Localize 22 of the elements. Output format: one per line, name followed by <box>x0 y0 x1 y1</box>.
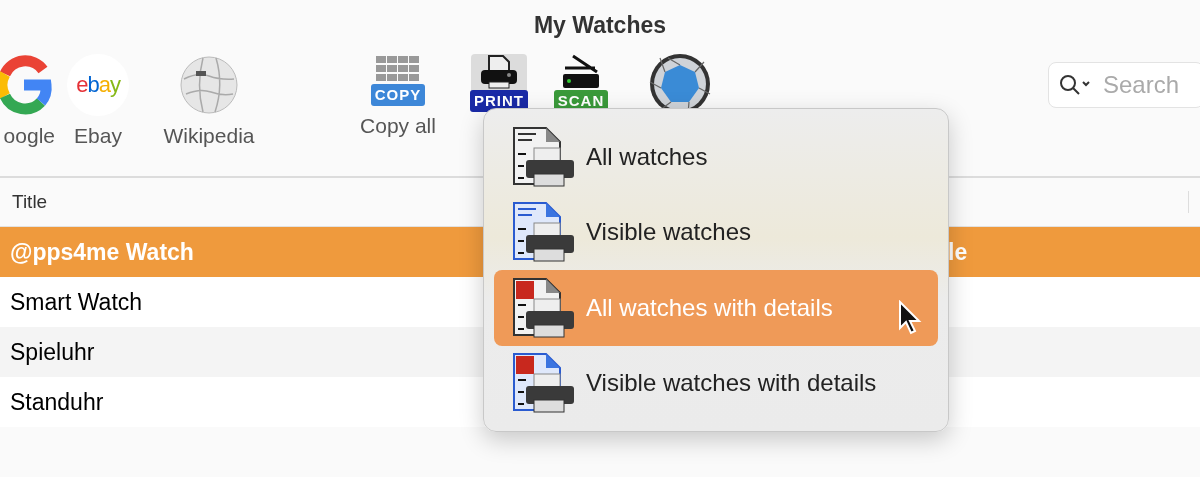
copy-button[interactable]: COPY <box>370 54 426 106</box>
table-cell: @pps4me Watch <box>10 238 194 266</box>
search-icon <box>1058 73 1092 97</box>
mouse-pointer-icon <box>898 300 922 336</box>
logo-button[interactable] <box>178 54 240 116</box>
toolbar-label: Copy all <box>360 114 436 138</box>
logo-button[interactable]: ebay <box>67 54 129 116</box>
globe-icon <box>178 54 240 116</box>
table-cell: le <box>948 238 968 266</box>
search-field[interactable]: Search <box>1048 62 1200 108</box>
table-cell: Standuhr <box>10 388 104 416</box>
window-title: My Watches <box>533 10 667 39</box>
g-logo-icon <box>0 54 55 116</box>
toolbar-label: oogle <box>3 124 55 148</box>
toolbar-label: Ebay <box>74 124 122 148</box>
table-cell: Smart Watch <box>10 288 143 316</box>
print-button[interactable]: PRINT <box>471 54 527 112</box>
logo-button[interactable] <box>0 54 55 116</box>
table-cell: Spieluhr <box>10 338 95 366</box>
menu-item[interactable]: Visible watches with details <box>494 345 938 421</box>
grid-icon <box>374 54 422 84</box>
toolbar-label: Wikipedia <box>163 124 255 148</box>
